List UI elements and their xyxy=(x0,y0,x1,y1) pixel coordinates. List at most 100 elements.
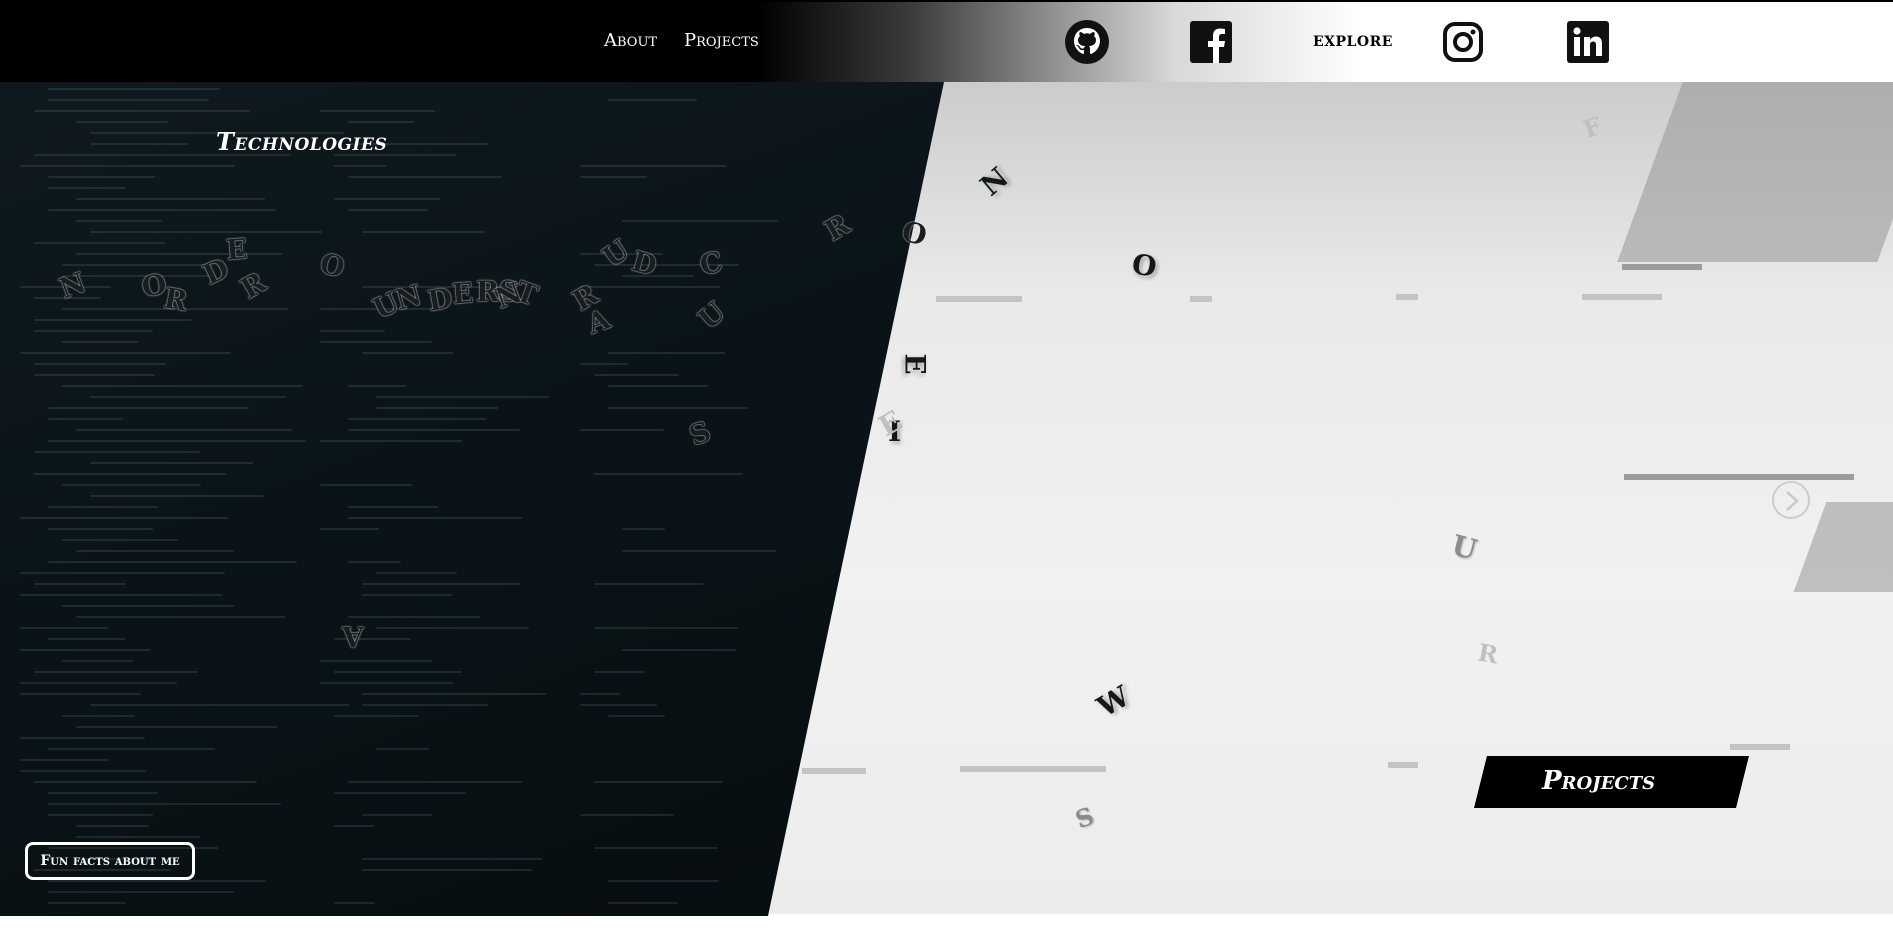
code-texture-line xyxy=(622,220,779,222)
code-texture-line xyxy=(34,374,155,376)
code-texture-line xyxy=(608,99,698,101)
code-texture-line xyxy=(320,528,380,530)
code-texture-line xyxy=(20,649,151,651)
next-arrow-button[interactable] xyxy=(1772,481,1810,519)
code-texture-line xyxy=(76,220,163,222)
code-texture-line xyxy=(334,902,375,904)
code-texture-line xyxy=(34,110,251,112)
code-texture-line xyxy=(320,484,412,486)
code-texture-line xyxy=(34,242,166,244)
code-texture-line xyxy=(622,550,776,552)
code-texture-line xyxy=(48,561,298,563)
code-texture-line xyxy=(20,517,229,519)
code-texture-line xyxy=(334,825,374,827)
code-texture-line xyxy=(48,407,249,409)
code-texture-line xyxy=(20,572,225,574)
fun-facts-button[interactable]: Fun facts about me xyxy=(25,842,195,880)
floating-letter: E xyxy=(450,276,475,311)
code-texture-line xyxy=(348,781,522,783)
facebook-icon[interactable] xyxy=(1190,21,1232,63)
code-texture-line xyxy=(580,429,665,431)
code-texture-line xyxy=(376,396,549,398)
code-texture-line xyxy=(48,814,153,816)
code-texture-line xyxy=(62,715,135,717)
projects-banner-label[interactable]: Projects xyxy=(1542,766,1655,796)
code-texture-line xyxy=(34,583,126,585)
code-texture-line xyxy=(348,121,415,123)
code-texture-line xyxy=(90,495,264,497)
blueprint-line xyxy=(802,768,866,774)
code-texture-line xyxy=(48,638,126,640)
code-texture-line xyxy=(76,253,284,255)
code-texture-line xyxy=(334,198,440,200)
code-texture-line xyxy=(48,99,210,101)
nav-about-link[interactable]: About xyxy=(604,30,657,51)
code-texture-line xyxy=(362,352,453,354)
code-texture-line xyxy=(20,759,109,761)
code-texture-line xyxy=(580,814,675,816)
code-texture-line xyxy=(622,528,666,530)
code-texture-line xyxy=(608,385,708,387)
code-texture-line xyxy=(48,209,276,211)
code-texture-line xyxy=(594,583,705,585)
code-texture-line xyxy=(20,737,146,739)
code-texture-line xyxy=(48,440,307,442)
blueprint-line xyxy=(1388,762,1418,768)
instagram-icon[interactable] xyxy=(1442,21,1484,63)
code-texture-line xyxy=(20,770,146,772)
code-texture-line xyxy=(34,451,200,453)
blueprint-line xyxy=(960,766,1106,772)
code-texture-line xyxy=(580,176,647,178)
code-texture-line xyxy=(20,165,235,167)
blueprint-line xyxy=(1582,294,1662,300)
code-texture-line xyxy=(34,330,154,332)
github-icon[interactable] xyxy=(1064,19,1110,65)
technologies-title[interactable]: Technologies xyxy=(216,127,387,156)
hand-shadow xyxy=(1617,82,1893,262)
code-texture-line xyxy=(20,352,232,354)
code-texture-line xyxy=(580,363,629,365)
code-texture-line xyxy=(594,473,743,475)
code-texture-line xyxy=(608,902,678,904)
code-texture-line xyxy=(348,506,438,508)
blueprint-line xyxy=(1730,744,1790,750)
code-texture-line xyxy=(62,484,202,486)
code-texture-line xyxy=(90,462,253,464)
code-texture-line xyxy=(376,627,530,629)
nav-projects-link[interactable]: Projects xyxy=(684,30,759,51)
code-texture-line xyxy=(334,792,467,794)
code-texture-line xyxy=(348,429,521,431)
code-texture-line xyxy=(348,385,407,387)
code-texture-line xyxy=(348,176,502,178)
floating-letter: O xyxy=(1129,247,1160,284)
blueprint-line xyxy=(936,296,1022,302)
code-texture-line xyxy=(362,858,542,860)
code-texture-line xyxy=(320,660,433,662)
floating-letter: E xyxy=(898,353,932,375)
code-texture-line xyxy=(20,682,178,684)
code-texture-line xyxy=(48,88,221,90)
code-texture-line xyxy=(48,176,156,178)
code-texture-line xyxy=(34,781,258,783)
explore-link[interactable]: explore xyxy=(1313,34,1393,50)
code-texture-line xyxy=(48,748,215,750)
code-texture-line xyxy=(608,352,725,354)
code-texture-line xyxy=(90,396,286,398)
code-texture-line xyxy=(376,572,458,574)
code-texture-line xyxy=(90,231,323,233)
code-texture-line xyxy=(48,891,235,893)
code-texture-line xyxy=(580,286,720,288)
corner-shadow xyxy=(1793,502,1893,592)
code-texture-line xyxy=(90,143,188,145)
blueprint-line xyxy=(1622,264,1702,270)
code-texture-line xyxy=(362,814,433,816)
linkedin-icon[interactable] xyxy=(1567,21,1609,63)
code-texture-line xyxy=(362,704,488,706)
code-texture-line xyxy=(334,165,386,167)
floating-letter: D xyxy=(425,281,455,318)
code-texture-line xyxy=(34,473,226,475)
code-texture-line xyxy=(580,704,658,706)
blueprint-line xyxy=(1190,296,1212,302)
code-texture-line xyxy=(376,407,498,409)
code-texture-line xyxy=(362,869,533,871)
